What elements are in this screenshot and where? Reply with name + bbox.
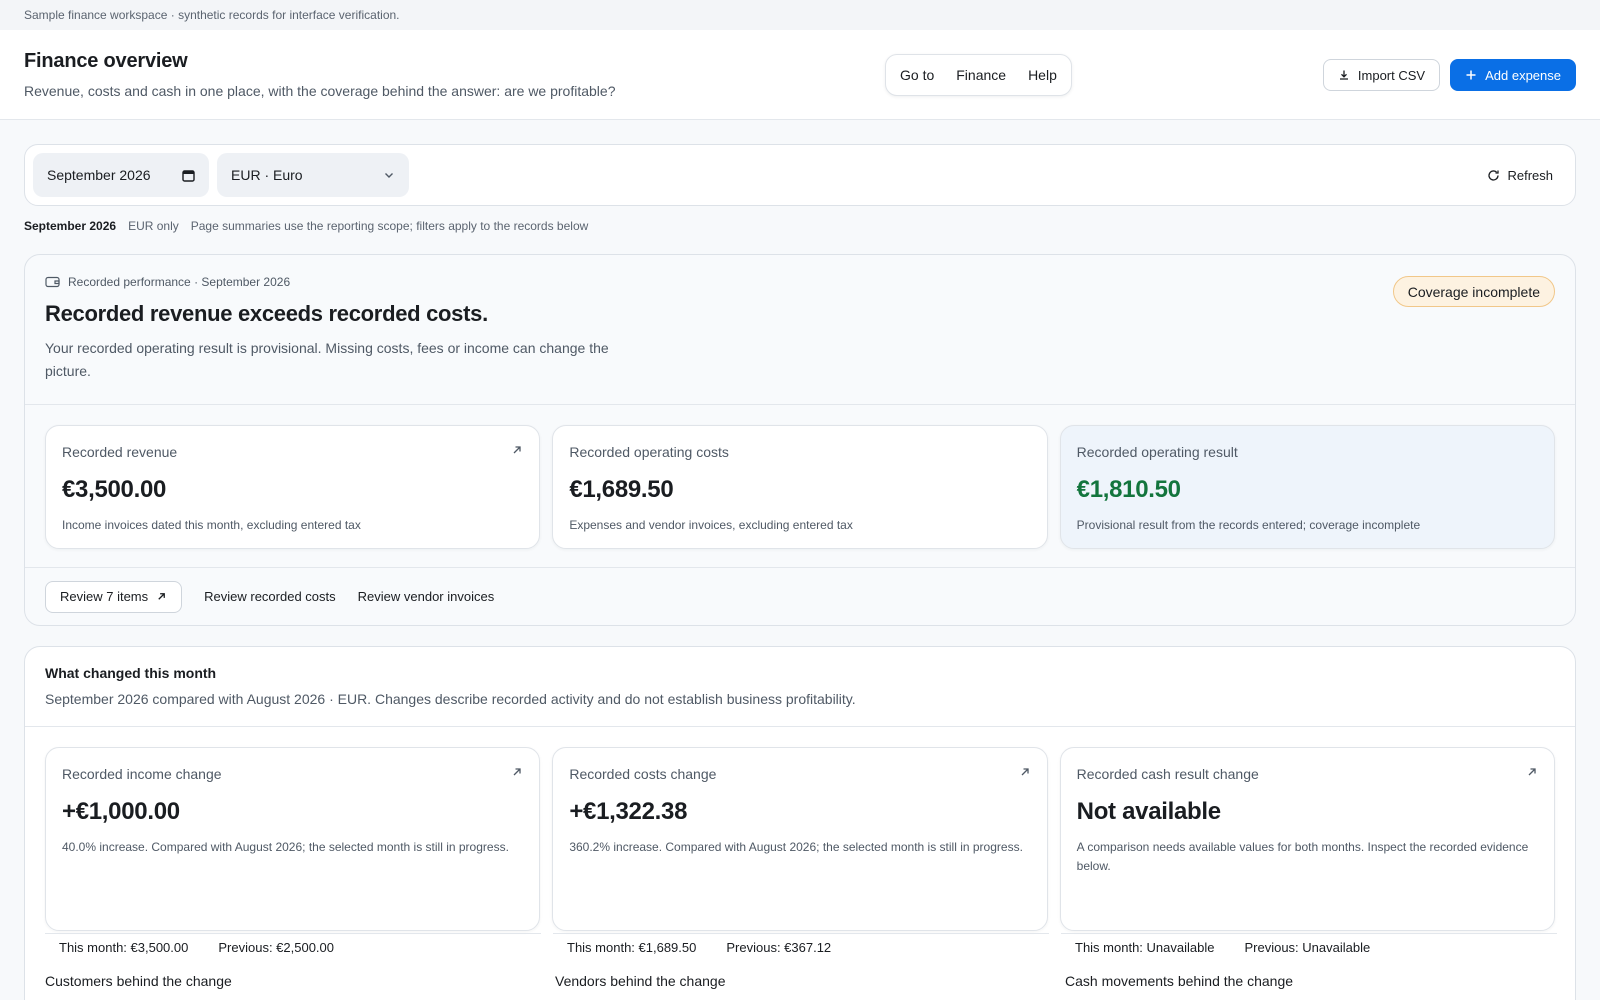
this-month-value: This month: Unavailable	[1075, 940, 1215, 955]
arrow-up-right-icon[interactable]	[511, 766, 523, 778]
this-month-value: This month: €1,689.50	[567, 940, 697, 955]
performance-summary: Recorded performance · September 2026 Re…	[25, 255, 1575, 405]
header-actions: Import CSV Add expense	[1322, 59, 1576, 91]
card-note: Expenses and vendor invoices, excluding …	[569, 518, 853, 532]
month-picker[interactable]: September 2026	[33, 153, 209, 197]
currency-value: EUR · Euro	[231, 167, 303, 183]
add-expense-label: Add expense	[1485, 67, 1561, 83]
arrow-up-right-icon[interactable]	[1019, 766, 1031, 778]
review-vendor-invoices-link[interactable]: Review vendor invoices	[358, 589, 495, 604]
nav-help[interactable]: Help	[1028, 67, 1057, 83]
plus-icon	[1465, 69, 1477, 81]
download-icon	[1338, 69, 1350, 81]
nav-finance[interactable]: Finance	[956, 67, 1006, 83]
review-items-label: Review 7 items	[60, 589, 149, 604]
changes-title: What changed this month	[45, 665, 217, 681]
review-items-button[interactable]: Review 7 items	[45, 580, 183, 613]
month-value: September 2026	[47, 167, 151, 183]
cash-comparison: This month: Unavailable Previous: Unavai…	[1061, 933, 1557, 955]
calendar-icon[interactable]	[182, 169, 195, 182]
scope-summary: September 2026 EUR only Page summaries u…	[24, 219, 588, 233]
cash-result-change-card[interactable]: Recorded cash result change Not availabl…	[1059, 747, 1555, 931]
card-value: Not available	[1076, 798, 1221, 825]
previous-value: Previous: Unavailable	[1244, 940, 1371, 955]
card-label: Recorded revenue	[62, 444, 178, 460]
add-expense-button[interactable]: Add expense	[1450, 59, 1576, 91]
customers-behind-change-heading: Customers behind the change	[45, 973, 232, 989]
sample-banner: Sample finance workspace · synthetic rec…	[0, 0, 1600, 30]
card-label: Recorded operating result	[1076, 444, 1238, 460]
card-note: A comparison needs available values for …	[1076, 840, 1529, 873]
chevron-down-icon	[383, 169, 395, 181]
card-value: €1,810.50	[1076, 476, 1181, 503]
card-note: 40.0% increase. Compared with August 202…	[62, 840, 509, 854]
coverage-badge: Coverage incomplete	[1392, 276, 1555, 307]
card-label: Recorded operating costs	[569, 444, 729, 460]
cash-movements-behind-change-heading: Cash movements behind the change	[1065, 973, 1294, 989]
refresh-button[interactable]: Refresh	[1473, 168, 1567, 183]
scope-note: Page summaries use the reporting scope; …	[190, 219, 589, 233]
top-navigation: Go to Finance Help	[885, 54, 1072, 96]
wallet-icon	[45, 276, 60, 288]
income-comparison: This month: €3,500.00 Previous: €2,500.0…	[45, 933, 541, 955]
recorded-revenue-card[interactable]: Recorded revenue €3,500.00 Income invoic…	[45, 425, 541, 549]
card-note: Provisional result from the records ente…	[1076, 518, 1421, 532]
costs-comparison: This month: €1,689.50 Previous: €367.12	[553, 933, 1049, 955]
performance-description: Your recorded operating result is provis…	[45, 340, 609, 379]
review-recorded-costs-link[interactable]: Review recorded costs	[204, 589, 336, 604]
arrow-up-right-icon	[156, 591, 167, 602]
performance-cards: Recorded revenue €3,500.00 Income invoic…	[25, 405, 1575, 549]
arrow-up-right-icon[interactable]	[1526, 766, 1538, 778]
card-note: 360.2% increase. Compared with August 20…	[569, 840, 1023, 854]
previous-value: Previous: €2,500.00	[218, 940, 334, 955]
import-csv-button[interactable]: Import CSV	[1322, 59, 1441, 91]
card-value: €1,689.50	[569, 476, 674, 503]
changes-subtitle: September 2026 compared with August 2026…	[45, 691, 856, 707]
scope-currency: EUR only	[128, 219, 179, 233]
income-change-card[interactable]: Recorded income change +€1,000.00 40.0% …	[45, 747, 541, 931]
performance-actions: Review 7 items Review recorded costs Rev…	[25, 567, 1575, 625]
changes-header: What changed this month September 2026 c…	[25, 647, 1575, 727]
filter-bar: September 2026 EUR · Euro Refresh	[24, 144, 1576, 206]
page-header: Finance overview Revenue, costs and cash…	[0, 30, 1600, 120]
arrow-up-right-icon[interactable]	[511, 444, 523, 456]
recorded-operating-result-card: Recorded operating result €1,810.50 Prov…	[1059, 425, 1555, 549]
refresh-label: Refresh	[1507, 167, 1553, 183]
this-month-value: This month: €3,500.00	[59, 940, 189, 955]
card-value: €3,500.00	[62, 476, 167, 503]
card-note: Income invoices dated this month, exclud…	[62, 518, 361, 532]
card-label: Recorded cash result change	[1076, 766, 1259, 782]
changes-panel: What changed this month September 2026 c…	[24, 646, 1576, 1000]
performance-eyebrow-text: Recorded performance · September 2026	[68, 275, 291, 289]
recorded-operating-costs-card: Recorded operating costs €1,689.50 Expen…	[552, 425, 1048, 549]
previous-value: Previous: €367.12	[726, 940, 832, 955]
card-label: Recorded costs change	[569, 766, 717, 782]
performance-panel: Recorded performance · September 2026 Re…	[24, 254, 1576, 626]
performance-title: Recorded revenue exceeds recorded costs.	[45, 301, 488, 326]
scope-period: September 2026	[24, 219, 117, 233]
currency-select[interactable]: EUR · Euro	[217, 153, 409, 197]
card-label: Recorded income change	[62, 766, 222, 782]
card-value: +€1,322.38	[569, 798, 688, 825]
nav-go-to[interactable]: Go to	[900, 67, 934, 83]
card-value: +€1,000.00	[62, 798, 180, 825]
vendors-behind-change-heading: Vendors behind the change	[555, 973, 726, 989]
performance-eyebrow: Recorded performance · September 2026	[45, 275, 1555, 289]
change-cards: Recorded income change +€1,000.00 40.0% …	[25, 727, 1575, 931]
costs-change-card[interactable]: Recorded costs change +€1,322.38 360.2% …	[552, 747, 1048, 931]
import-csv-label: Import CSV	[1357, 67, 1426, 83]
refresh-icon	[1487, 169, 1500, 182]
